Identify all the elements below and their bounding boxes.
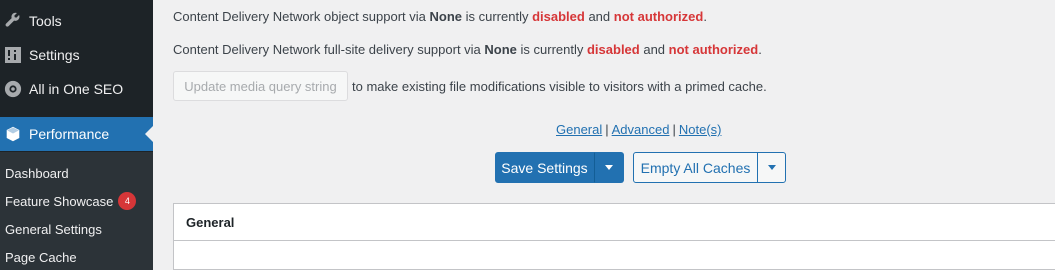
status-not-authorized: not authorized [668,42,759,57]
cdn-fullsite-status: Content Delivery Network full-site deliv… [173,42,762,57]
cdn-object-status: Content Delivery Network object support … [173,9,707,24]
save-settings-dropdown-toggle[interactable] [594,152,624,183]
status-text: and [639,42,669,57]
status-not-authorized: not authorized [613,9,704,24]
update-count-badge: 4 [118,192,137,210]
menu-item-label: All in One SEO [29,81,124,97]
submenu-item-label: Feature Showcase [5,193,114,209]
menu-item-label: Settings [29,47,80,63]
link-general[interactable]: General [556,122,602,137]
update-media-query-button[interactable]: Update media query string [173,71,348,101]
status-text: and [584,9,614,24]
chevron-down-icon [767,165,776,170]
menu-item-tools[interactable]: Tools [0,4,153,38]
submenu-item-dashboard[interactable]: Dashboard [5,163,69,183]
performance-submenu: Dashboard Feature Showcase 4 General Set… [0,152,153,270]
status-text: is currently [516,42,587,57]
save-settings-button[interactable]: Save Settings [495,152,594,183]
status-text: Content Delivery Network object support … [173,9,430,24]
submenu-item-label: Dashboard [5,165,69,181]
general-settings-panel: General [173,203,1055,270]
admin-sidebar: Tools Settings All in One SEO Performanc… [0,0,153,270]
link-separator: | [605,122,609,137]
panel-title: General [174,204,1055,241]
status-disabled: disabled [532,9,585,24]
link-advanced[interactable]: Advanced [612,122,670,137]
menu-item-all-in-one-seo[interactable]: All in One SEO [0,72,153,106]
status-text: . [703,9,707,24]
submenu-item-general-settings[interactable]: General Settings [5,219,102,239]
media-query-description: to make existing file modifications visi… [352,79,767,94]
empty-caches-dropdown-toggle[interactable] [757,152,786,183]
cdn-provider: None [484,42,517,57]
submenu-item-page-cache[interactable]: Page Cache [5,247,77,267]
submenu-item-label: General Settings [5,221,102,237]
aioseo-gear-icon [3,79,23,99]
menu-item-label: Performance [29,126,110,142]
status-text: . [758,42,762,57]
status-text: Content Delivery Network full-site deliv… [173,42,485,57]
chevron-down-icon [605,165,613,170]
cdn-provider: None [429,9,463,24]
wrench-icon [3,11,23,31]
status-text: is currently [462,9,533,24]
link-separator: | [672,122,676,137]
settings-sliders-icon [3,45,23,65]
submenu-item-feature-showcase[interactable]: Feature Showcase 4 [5,191,137,211]
submenu-item-label: Page Cache [5,249,77,265]
empty-all-caches-button[interactable]: Empty All Caches [633,152,758,183]
status-disabled: disabled [586,42,640,57]
performance-cube-icon [3,124,23,144]
section-links: General | Advanced | Note(s) [556,122,721,137]
menu-item-label: Tools [29,13,62,29]
link-notes[interactable]: Note(s) [679,122,722,137]
menu-item-settings[interactable]: Settings [0,38,153,72]
menu-item-performance[interactable]: Performance [0,117,153,151]
